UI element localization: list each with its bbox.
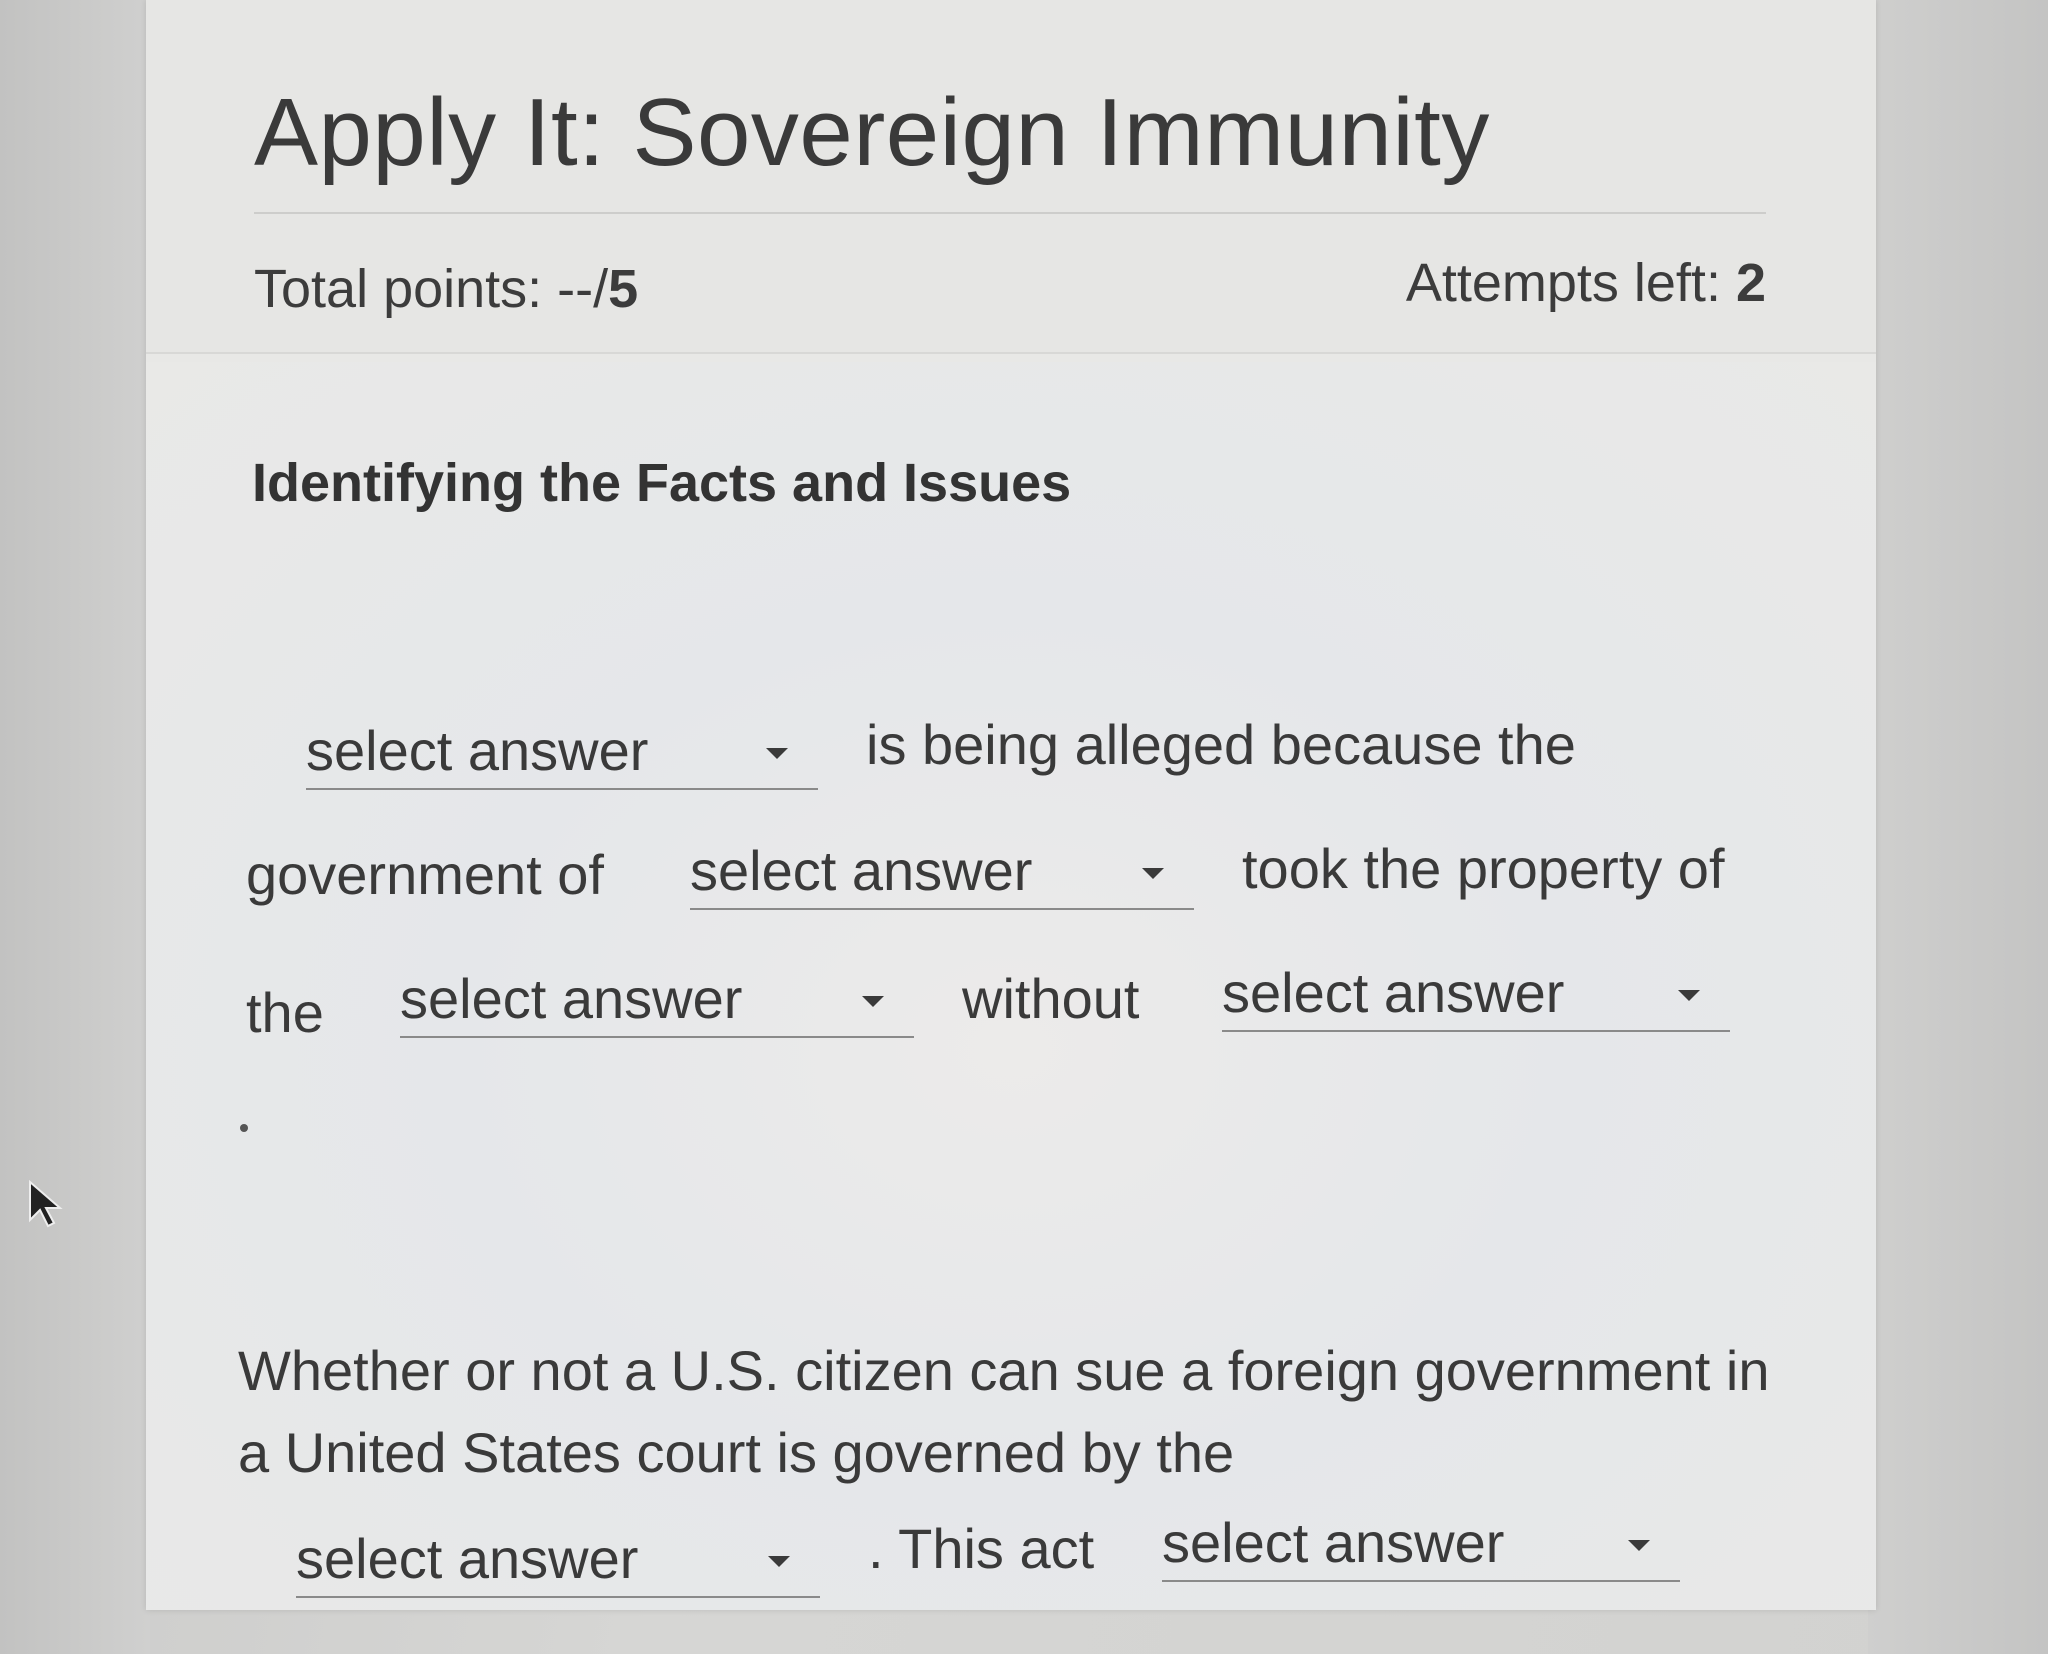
title-divider — [254, 212, 1766, 214]
sentence-fragment: without — [962, 967, 1140, 1030]
background-left — [0, 0, 150, 1654]
answer-dropdown-4[interactable]: select answer — [1222, 960, 1730, 1032]
caret-down-icon — [766, 748, 788, 759]
caret-down-icon — [1142, 868, 1164, 879]
attempts-left: Attempts left: 2 — [1406, 252, 1766, 314]
dropdown-placeholder: select answer — [296, 1527, 639, 1590]
total-points: Total points: --/5 — [254, 258, 638, 320]
sentence-fragment: is being alleged because the — [866, 713, 1576, 776]
caret-down-icon — [1628, 1540, 1650, 1551]
sentence-fragment: took the property of — [1242, 837, 1725, 900]
sentence-period — [240, 1124, 248, 1132]
dropdown-placeholder: select answer — [690, 839, 1033, 902]
question-text-line: a United States court is governed by the — [238, 1421, 1235, 1484]
answer-dropdown-2[interactable]: select answer — [690, 838, 1194, 910]
answer-dropdown-1[interactable]: select answer — [306, 718, 818, 790]
caret-down-icon — [1678, 990, 1700, 1001]
answer-dropdown-5[interactable]: select answer — [296, 1526, 820, 1598]
background-right — [1868, 0, 2048, 1654]
attempts-left-value: 2 — [1735, 253, 1766, 313]
page-title: Apply It: Sovereign Immunity — [254, 79, 1490, 186]
answer-dropdown-3[interactable]: select answer — [400, 966, 914, 1038]
dropdown-placeholder: select answer — [1222, 961, 1565, 1024]
mouse-pointer-icon — [29, 1180, 63, 1228]
dropdown-placeholder: select answer — [306, 719, 649, 782]
assignment-card: Apply It: Sovereign Immunity Total point… — [146, 0, 1876, 1610]
section-heading: Identifying the Facts and Issues — [252, 453, 1072, 513]
caret-down-icon — [862, 996, 884, 1007]
dropdown-placeholder: select answer — [1162, 1511, 1505, 1574]
answer-dropdown-6[interactable]: select answer — [1162, 1510, 1680, 1582]
assignment-header: Apply It: Sovereign Immunity Total point… — [146, 0, 1876, 354]
attempts-left-label: Attempts left: — [1405, 253, 1736, 313]
sentence-fragment: . This act — [868, 1517, 1095, 1580]
total-points-label: Total points: --/ — [254, 259, 609, 319]
caret-down-icon — [768, 1556, 790, 1567]
sentence-fragment: the — [246, 981, 324, 1044]
dropdown-placeholder: select answer — [400, 967, 743, 1030]
question-text-line: Whether or not a U.S. citizen can sue a … — [238, 1339, 1770, 1402]
sentence-fragment: government of — [246, 843, 604, 906]
total-points-value: 5 — [608, 259, 639, 319]
